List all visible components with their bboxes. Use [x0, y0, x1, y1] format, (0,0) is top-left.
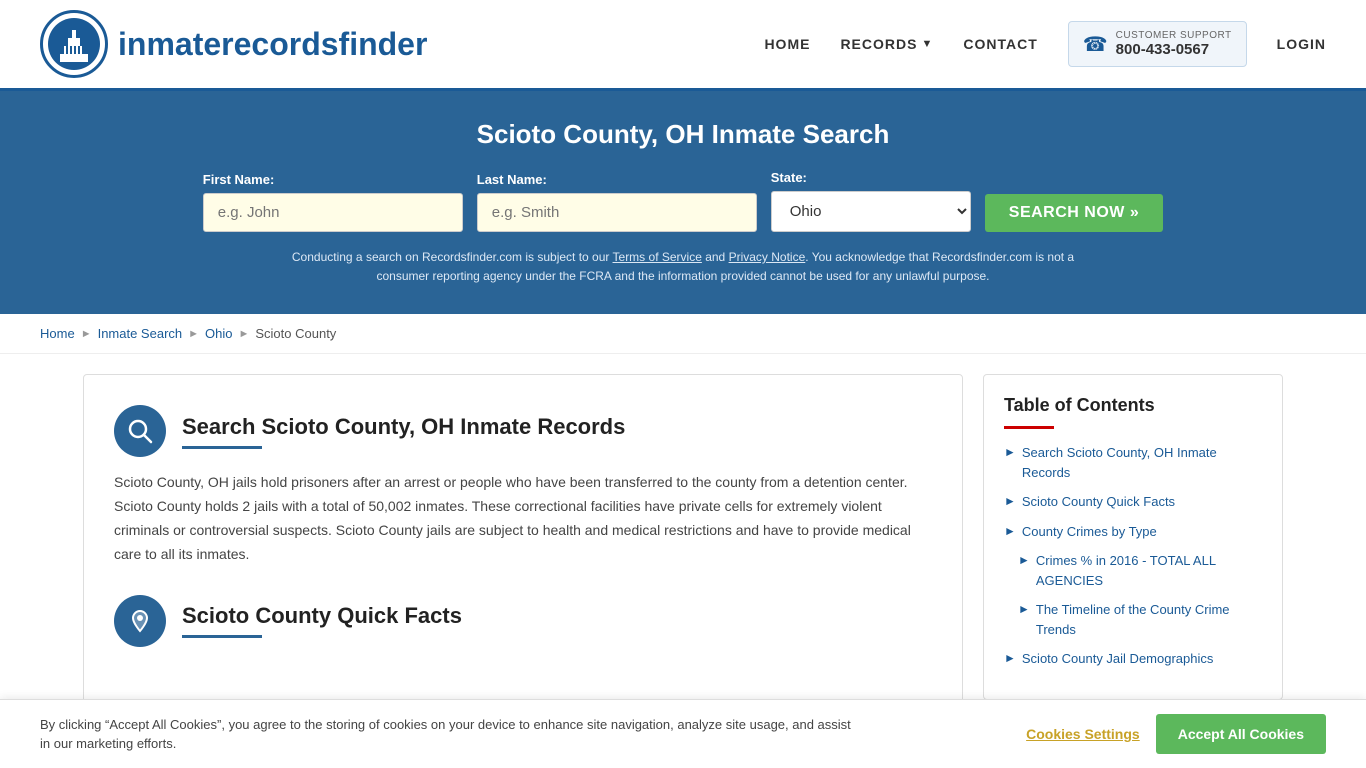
cookie-text: By clicking “Accept All Cookies”, you ag… — [40, 715, 860, 754]
chevron-right-icon: ► — [1004, 651, 1016, 665]
breadcrumb-home[interactable]: Home — [40, 326, 75, 341]
accept-all-cookies-button[interactable]: Accept All Cookies — [1156, 714, 1326, 754]
facts-icon-circle — [114, 595, 166, 647]
title-underline-1 — [182, 446, 262, 449]
support-box: ☎ CUSTOMER SUPPORT 800-433-0567 — [1068, 21, 1247, 67]
chevron-right-icon: ► — [1004, 445, 1016, 459]
toc-list: ► Search Scioto County, OH Inmate Record… — [1004, 443, 1262, 669]
map-icon — [126, 607, 154, 635]
article-body-1: Scioto County, OH jails hold prisoners a… — [114, 471, 932, 566]
hero-section: Scioto County, OH Inmate Search First Na… — [0, 91, 1366, 314]
breadcrumb-current: Scioto County — [255, 326, 336, 341]
search-icon — [126, 417, 154, 445]
sidebar: Table of Contents ► Search Scioto County… — [983, 374, 1283, 700]
toc-title: Table of Contents — [1004, 395, 1262, 416]
first-name-label: First Name: — [203, 172, 463, 187]
hero-title: Scioto County, OH Inmate Search — [40, 119, 1326, 150]
breadcrumb: Home ► Inmate Search ► Ohio ► Scioto Cou… — [0, 314, 1366, 354]
disclaimer-text: Conducting a search on Recordsfinder.com… — [273, 248, 1093, 286]
list-item: ► Crimes % in 2016 - TOTAL ALL AGENCIES — [1004, 551, 1262, 590]
search-form: First Name: Last Name: State: Ohio Alaba… — [40, 170, 1326, 232]
toc-link-4[interactable]: Crimes % in 2016 - TOTAL ALL AGENCIES — [1036, 551, 1262, 590]
headphone-icon: ☎ — [1083, 32, 1108, 57]
terms-link[interactable]: Terms of Service — [613, 250, 702, 264]
site-header: inmaterecordsfinder HOME RECORDS ▼ CONTA… — [0, 0, 1366, 91]
state-label: State: — [771, 170, 971, 185]
breadcrumb-inmate-search[interactable]: Inmate Search — [98, 326, 183, 341]
nav-home[interactable]: HOME — [764, 36, 810, 52]
state-select[interactable]: Ohio Alabama Alaska California Florida N… — [771, 191, 971, 232]
main-nav: HOME RECORDS ▼ CONTACT ☎ CUSTOMER SUPPOR… — [764, 21, 1326, 67]
support-label: CUSTOMER SUPPORT — [1116, 30, 1232, 41]
article: Search Scioto County, OH Inmate Records … — [83, 374, 963, 705]
toc-link-6[interactable]: Scioto County Jail Demographics — [1022, 649, 1213, 669]
support-number: 800-433-0567 — [1116, 41, 1232, 58]
last-name-group: Last Name: — [477, 172, 757, 232]
article-section-1: Search Scioto County, OH Inmate Records … — [114, 405, 932, 566]
logo-text: inmaterecordsfinder — [118, 26, 427, 63]
toc-link-1[interactable]: Search Scioto County, OH Inmate Records — [1022, 443, 1262, 482]
chevron-right-icon: ► — [1004, 494, 1016, 508]
search-icon-circle — [114, 405, 166, 457]
article-title-1: Search Scioto County, OH Inmate Records — [182, 414, 625, 440]
first-name-group: First Name: — [203, 172, 463, 232]
nav-login[interactable]: LOGIN — [1277, 36, 1326, 52]
search-button[interactable]: SEARCH NOW » — [985, 194, 1163, 232]
breadcrumb-sep-3: ► — [238, 328, 249, 340]
cookies-settings-button[interactable]: Cookies Settings — [1026, 726, 1140, 742]
list-item: ► The Timeline of the County Crime Trend… — [1004, 600, 1262, 639]
privacy-link[interactable]: Privacy Notice — [729, 250, 806, 264]
cookie-buttons: Cookies Settings Accept All Cookies — [1026, 714, 1326, 754]
nav-records[interactable]: RECORDS ▼ — [840, 36, 933, 52]
chevron-right-icon: ► — [1004, 524, 1016, 538]
last-name-input[interactable] — [477, 193, 757, 232]
toc-divider — [1004, 426, 1054, 429]
list-item: ► Search Scioto County, OH Inmate Record… — [1004, 443, 1262, 482]
first-name-input[interactable] — [203, 193, 463, 232]
logo-area: inmaterecordsfinder — [40, 10, 427, 78]
article-title-2: Scioto County Quick Facts — [182, 603, 462, 629]
chevron-down-icon: ▼ — [921, 38, 933, 50]
breadcrumb-ohio[interactable]: Ohio — [205, 326, 232, 341]
breadcrumb-sep-2: ► — [188, 328, 199, 340]
breadcrumb-sep-1: ► — [81, 328, 92, 340]
article-header-1: Search Scioto County, OH Inmate Records — [114, 405, 932, 457]
title-underline-2 — [182, 635, 262, 638]
last-name-label: Last Name: — [477, 172, 757, 187]
nav-contact[interactable]: CONTACT — [963, 36, 1037, 52]
list-item: ► County Crimes by Type — [1004, 522, 1262, 542]
logo-icon — [40, 10, 108, 78]
cookie-banner: By clicking “Accept All Cookies”, you ag… — [0, 699, 1366, 768]
article-header-2: Scioto County Quick Facts — [114, 595, 932, 647]
main-content: Search Scioto County, OH Inmate Records … — [43, 374, 1323, 705]
state-group: State: Ohio Alabama Alaska California Fl… — [771, 170, 971, 232]
chevron-right-icon: ► — [1018, 602, 1030, 616]
toc-link-2[interactable]: Scioto County Quick Facts — [1022, 492, 1175, 512]
toc-link-3[interactable]: County Crimes by Type — [1022, 522, 1157, 542]
list-item: ► Scioto County Quick Facts — [1004, 492, 1262, 512]
article-section-2: Scioto County Quick Facts — [114, 595, 932, 647]
list-item: ► Scioto County Jail Demographics — [1004, 649, 1262, 669]
toc-link-5[interactable]: The Timeline of the County Crime Trends — [1036, 600, 1262, 639]
chevron-right-icon: ► — [1018, 553, 1030, 567]
